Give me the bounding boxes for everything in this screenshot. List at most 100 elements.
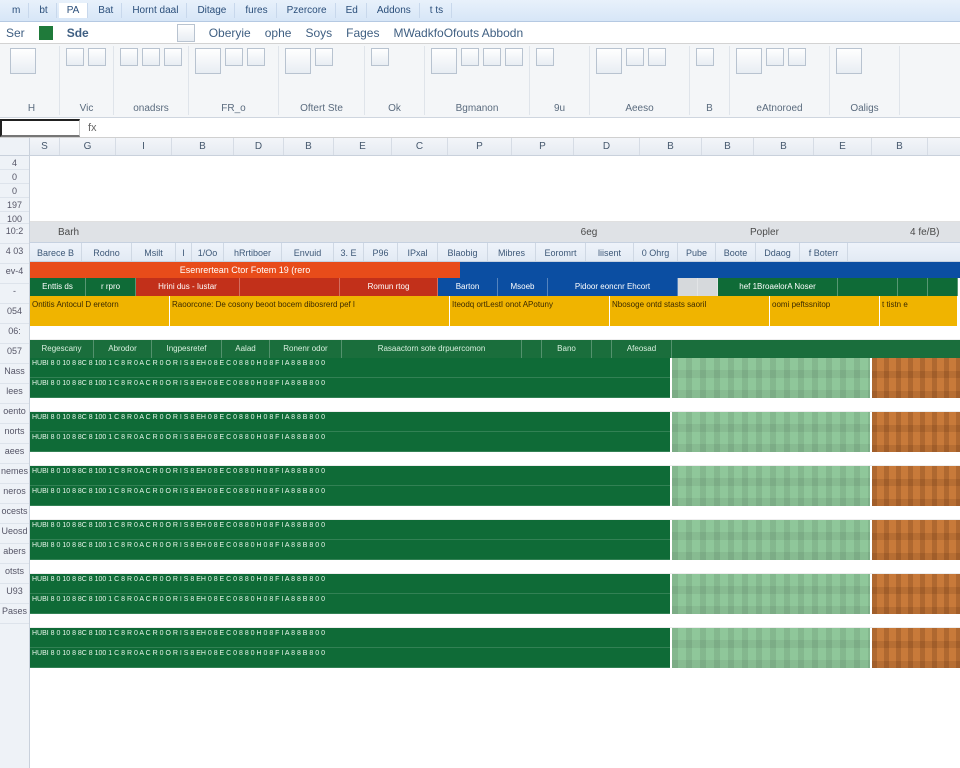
rowlabel-3[interactable]: - <box>0 284 29 304</box>
field-1[interactable]: Rodno <box>82 243 132 261</box>
data-row[interactable]: HUBI 8 0 10 8 8C 8 100 1 C 8 R 0 A C R 0… <box>30 466 670 486</box>
cat-0[interactable]: Enttis ds <box>30 278 86 296</box>
summary-b[interactable] <box>870 412 960 452</box>
col-E[interactable]: E <box>334 138 392 155</box>
field-11[interactable]: Mibres <box>488 243 536 261</box>
rowlabel-18[interactable]: U93 <box>0 584 29 604</box>
frozen-blank[interactable] <box>30 156 960 222</box>
cells-icon[interactable] <box>596 48 622 74</box>
cat-2[interactable]: Hrini dus - Iustar <box>136 278 240 296</box>
rh-1[interactable]: 0 <box>0 170 29 184</box>
c3-icon[interactable] <box>648 48 666 66</box>
data-row[interactable]: HUBI 8 0 10 8 8C 8 100 1 C 8 R 0 A C R 0… <box>30 540 670 560</box>
rowlabel-12[interactable]: nemes <box>0 464 29 484</box>
edit-icon[interactable] <box>736 48 762 74</box>
font-icon[interactable] <box>120 48 138 66</box>
sect-5[interactable]: Rasaactorn sote drpuercomon <box>342 340 522 358</box>
data-row[interactable]: HUBI 8 0 10 8 8C 8 100 1 C 8 R 0 A C R 0… <box>30 648 670 668</box>
sect-7[interactable]: Bano <box>542 340 592 358</box>
name-box[interactable] <box>0 119 80 137</box>
rtab-5[interactable]: MWadkfoOfouts Abbodn <box>393 26 523 40</box>
rowlabel-7[interactable]: Nass <box>0 364 29 384</box>
col-P1[interactable]: P <box>448 138 512 155</box>
rowlabel-0[interactable]: 10:2 <box>0 224 29 244</box>
ins-icon[interactable] <box>536 48 554 66</box>
rowlabel-13[interactable]: neros <box>0 484 29 504</box>
col-S[interactable]: S <box>30 138 60 155</box>
field-6[interactable]: Envuid <box>282 243 334 261</box>
s2-icon[interactable] <box>461 48 479 66</box>
tab-mini-5[interactable]: Ditage <box>189 3 235 18</box>
data-row[interactable]: HUBI 8 0 10 8 8C 8 100 1 C 8 R 0 A C R 0… <box>30 628 670 648</box>
c2-icon[interactable] <box>626 48 644 66</box>
tab-mini-9[interactable]: Addons <box>369 3 420 18</box>
x-icon[interactable] <box>696 48 714 66</box>
styles-icon[interactable] <box>431 48 457 74</box>
font2-icon[interactable] <box>142 48 160 66</box>
col-B3[interactable]: B <box>640 138 702 155</box>
copy-icon[interactable] <box>88 48 106 66</box>
rowlabel-8[interactable]: lees <box>0 384 29 404</box>
rowlabel-1[interactable]: 4 03 <box>0 244 29 264</box>
col-B2[interactable]: B <box>284 138 334 155</box>
cat-12[interactable] <box>898 278 928 296</box>
field-16[interactable]: Boote <box>716 243 756 261</box>
col-P2[interactable]: P <box>512 138 574 155</box>
tab-mini-3[interactable]: Bat <box>90 3 122 18</box>
rh-4[interactable]: 100 <box>0 212 29 224</box>
select-all-corner[interactable] <box>0 138 30 155</box>
col-G[interactable]: G <box>60 138 116 155</box>
rowlabel-9[interactable]: oento <box>0 404 29 424</box>
rowlabel-14[interactable]: ocests <box>0 504 29 524</box>
tab-mini-8[interactable]: Ed <box>338 3 367 18</box>
rowlabel-16[interactable]: abers <box>0 544 29 564</box>
e2-icon[interactable] <box>766 48 784 66</box>
rowlabel-19[interactable]: Pases <box>0 604 29 624</box>
field-3[interactable]: I <box>176 243 192 261</box>
data-row[interactable]: HUBI 8 0 10 8 8C 8 100 1 C 8 R 0 A C R 0… <box>30 574 670 594</box>
field-17[interactable]: Ddaog <box>756 243 800 261</box>
sect-6[interactable] <box>522 340 542 358</box>
field-18[interactable]: f Boterr <box>800 243 848 261</box>
cat-13[interactable] <box>928 278 958 296</box>
sect-3[interactable]: Aalad <box>222 340 270 358</box>
cat-8[interactable] <box>678 278 698 296</box>
col-D2[interactable]: D <box>574 138 640 155</box>
field-4[interactable]: 1/Oo <box>192 243 224 261</box>
rtab-1[interactable]: Oberyie <box>209 26 251 40</box>
field-14[interactable]: 0 Ohrg <box>634 243 678 261</box>
paste-icon[interactable] <box>10 48 36 74</box>
cat-3[interactable] <box>240 278 340 296</box>
clip-icon[interactable] <box>66 48 84 66</box>
tab-mini-6[interactable]: fures <box>237 3 276 18</box>
summary-a[interactable] <box>670 466 870 506</box>
data-row[interactable]: HUBI 8 0 10 8 8C 8 100 1 C 8 R 0 A C R 0… <box>30 378 670 398</box>
cat-6[interactable]: Msoeb <box>498 278 548 296</box>
rowlabel-15[interactable]: Ueosd <box>0 524 29 544</box>
rh-0[interactable]: 4 <box>0 156 29 170</box>
fmt-icon[interactable] <box>371 48 389 66</box>
field-5[interactable]: hRrtiboer <box>224 243 282 261</box>
cat-9[interactable] <box>698 278 718 296</box>
field-10[interactable]: Blaobig <box>438 243 488 261</box>
summary-b[interactable] <box>870 574 960 614</box>
rowlabel-11[interactable]: aees <box>0 444 29 464</box>
col-E2[interactable]: E <box>814 138 872 155</box>
rowlabel-10[interactable]: norts <box>0 424 29 444</box>
ribbon-icon-a[interactable] <box>177 24 195 42</box>
wrap-icon[interactable] <box>225 48 243 66</box>
num-icon[interactable] <box>285 48 311 74</box>
rh-2[interactable]: 0 <box>0 184 29 198</box>
rh-3[interactable]: 197 <box>0 198 29 212</box>
tab-mini-2[interactable]: PA <box>59 3 89 18</box>
field-2[interactable]: Msilt <box>132 243 176 261</box>
tab-mini-4[interactable]: Hornt daal <box>124 3 187 18</box>
sect-0[interactable]: Regescany <box>30 340 94 358</box>
rowlabel-17[interactable]: otsts <box>0 564 29 584</box>
summary-a[interactable] <box>670 574 870 614</box>
rtab-4[interactable]: Fages <box>346 26 379 40</box>
rowlabel-4[interactable]: 054 <box>0 304 29 324</box>
cat-10[interactable]: hef 1BroaelorA Noser <box>718 278 838 296</box>
summary-a[interactable] <box>670 628 870 668</box>
summary-a[interactable] <box>670 412 870 452</box>
